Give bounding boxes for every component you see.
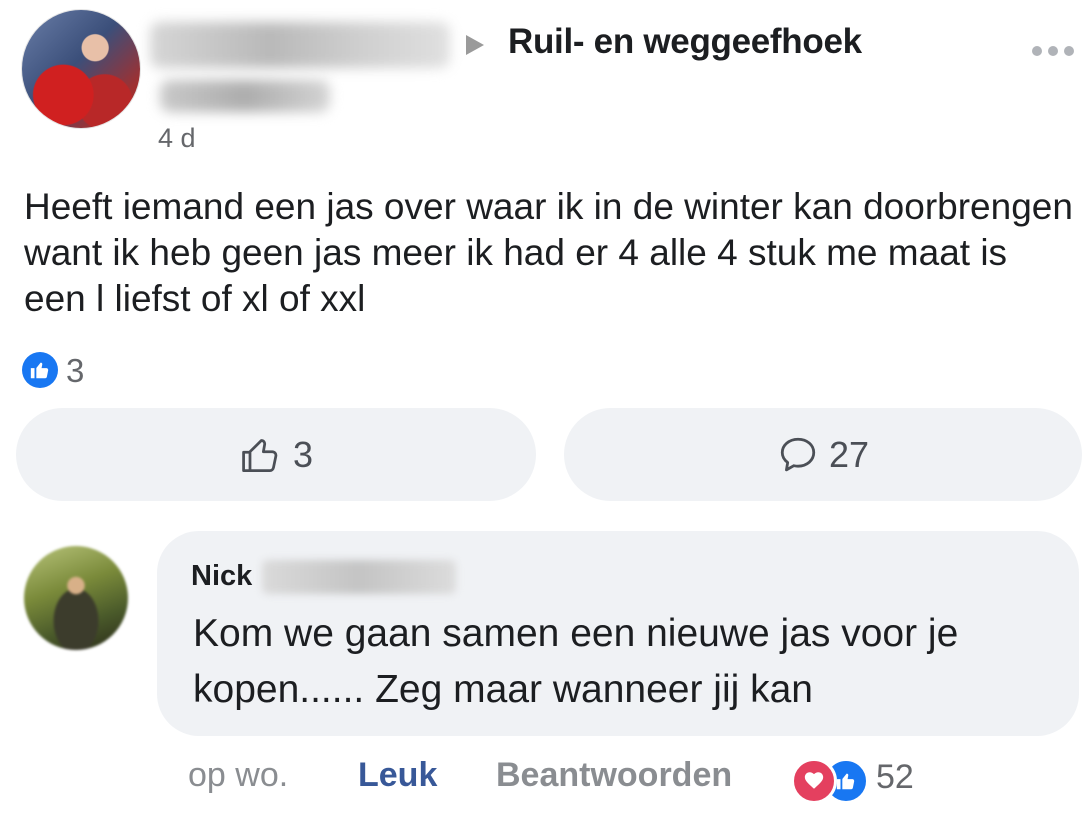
- group-name-link[interactable]: Ruil- en weggeefhoek: [508, 22, 862, 62]
- commenter-name[interactable]: Nick: [191, 560, 252, 593]
- comment-button[interactable]: 27: [564, 408, 1082, 501]
- speech-bubble-icon: [780, 437, 816, 471]
- comment-like-link[interactable]: Leuk: [358, 756, 437, 795]
- comment-reply-link[interactable]: Beantwoorden: [496, 756, 732, 795]
- post-reaction-count[interactable]: 3: [66, 352, 84, 390]
- author-name-redacted: [150, 22, 450, 68]
- comment-count: 27: [828, 433, 870, 475]
- commenter-avatar[interactable]: [24, 546, 128, 650]
- thumbs-up-icon: [242, 438, 278, 472]
- author-avatar[interactable]: [22, 10, 140, 128]
- author-subtitle-redacted: [160, 80, 330, 112]
- thumbs-up-icon: [22, 352, 58, 388]
- like-count: 3: [292, 433, 314, 475]
- comment-text: Kom we gaan samen een nieuwe jas voor je…: [193, 612, 959, 711]
- comment-time[interactable]: op wo.: [188, 756, 288, 795]
- right-triangle-icon: [466, 35, 484, 55]
- post-timestamp[interactable]: 4 d: [158, 123, 196, 154]
- post-text: Heeft iemand een jas over waar ik in de …: [24, 186, 1073, 319]
- commenter-surname-redacted: [262, 560, 456, 594]
- more-options-icon[interactable]: [1032, 46, 1076, 58]
- comment-reaction-count[interactable]: 52: [876, 758, 914, 797]
- like-button[interactable]: 3: [16, 408, 536, 501]
- heart-icon: [791, 758, 837, 804]
